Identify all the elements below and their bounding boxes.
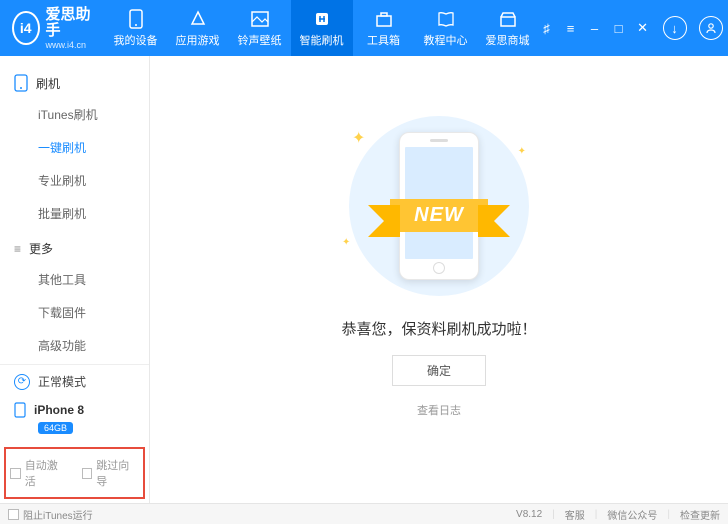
toolbox-icon [374, 9, 394, 29]
refresh-icon: ⟳ [14, 374, 30, 390]
options-row: 自动激活 跳过向导 [4, 447, 145, 499]
sidebar: 刷机 iTunes刷机 一键刷机 专业刷机 批量刷机 ≡ 更多 其他工具 下载固… [0, 56, 150, 503]
tab-label: 应用游戏 [176, 32, 220, 48]
sidebar-item-download-firmware[interactable]: 下载固件 [0, 296, 149, 329]
version-label: V8.12 [516, 509, 542, 520]
auto-activate-checkbox[interactable]: 自动激活 [10, 457, 68, 489]
check-update-link[interactable]: 检查更新 [680, 507, 720, 522]
main-content: ✦ ✦ ✦ NEW 恭喜您，保资料刷机成功啦！ 确定 查看日志 [150, 56, 728, 503]
sidebar-item-advanced[interactable]: 高级功能 [0, 329, 149, 362]
tab-my-device[interactable]: 我的设备 [105, 0, 167, 56]
sidebar-item-batch-flash[interactable]: 批量刷机 [0, 197, 149, 230]
main-tabs: 我的设备 应用游戏 铃声壁纸 智能刷机 工具箱 教程中心 爱思商城 [105, 0, 539, 56]
sidebar-item-pro-flash[interactable]: 专业刷机 [0, 164, 149, 197]
minimize-button[interactable]: – [587, 20, 603, 36]
window-controls: ♯ ≡ – □ ✕ ↓ [539, 16, 728, 40]
success-message: 恭喜您，保资料刷机成功啦！ [341, 318, 536, 339]
tab-store[interactable]: 爱思商城 [477, 0, 539, 56]
tab-label: 教程中心 [424, 32, 468, 48]
tab-label: 工具箱 [367, 32, 400, 48]
mode-label: 正常模式 [38, 373, 86, 390]
wechat-link[interactable]: 微信公众号 [607, 507, 657, 522]
tab-label: 铃声壁纸 [238, 32, 282, 48]
list-icon[interactable]: ≡ [563, 20, 579, 36]
apps-icon [188, 9, 208, 29]
phone-icon [126, 9, 146, 29]
tab-label: 我的设备 [114, 32, 158, 48]
skip-guide-checkbox[interactable]: 跳过向导 [82, 457, 140, 489]
ok-button[interactable]: 确定 [392, 355, 486, 386]
download-button[interactable]: ↓ [663, 16, 687, 40]
block-itunes-checkbox[interactable]: 阻止iTunes运行 [8, 507, 93, 522]
phone-icon [14, 74, 28, 92]
maximize-button[interactable]: □ [611, 20, 627, 36]
hamburger-icon: ≡ [14, 242, 21, 256]
status-bar: 阻止iTunes运行 V8.12| 客服| 微信公众号| 检查更新 [0, 503, 728, 524]
checkbox-label: 自动激活 [25, 457, 68, 489]
sidebar-item-other-tools[interactable]: 其他工具 [0, 263, 149, 296]
storage-badge: 64GB [38, 422, 73, 434]
user-button[interactable] [699, 16, 723, 40]
close-button[interactable]: ✕ [635, 20, 651, 36]
tab-ringtones[interactable]: 铃声壁纸 [229, 0, 291, 56]
phone-icon [14, 402, 26, 418]
support-link[interactable]: 客服 [565, 507, 585, 522]
tab-label: 智能刷机 [300, 32, 344, 48]
title-bar: i4 爱思助手 www.i4.cn 我的设备 应用游戏 铃声壁纸 智能刷机 工具… [0, 0, 728, 56]
app-name: 爱思助手 [46, 7, 93, 40]
flash-icon [312, 9, 332, 29]
sidebar-group-more[interactable]: ≡ 更多 [0, 230, 149, 263]
image-icon [250, 9, 270, 29]
store-icon [498, 9, 518, 29]
tab-apps[interactable]: 应用游戏 [167, 0, 229, 56]
book-icon [436, 9, 456, 29]
star-icon: ✦ [518, 146, 526, 157]
checkbox-label: 跳过向导 [96, 457, 139, 489]
app-logo: i4 爱思助手 www.i4.cn [0, 7, 105, 50]
device-mode[interactable]: ⟳ 正常模式 [0, 365, 149, 398]
device-info[interactable]: iPhone 8 64GB [0, 398, 149, 446]
star-icon: ✦ [352, 128, 365, 148]
device-name-label: iPhone 8 [34, 403, 84, 417]
view-log-link[interactable]: 查看日志 [417, 402, 461, 418]
tab-tutorials[interactable]: 教程中心 [415, 0, 477, 56]
sidebar-item-itunes-flash[interactable]: iTunes刷机 [0, 98, 149, 131]
menu-icon[interactable]: ♯ [539, 20, 555, 36]
tab-flash[interactable]: 智能刷机 [291, 0, 353, 56]
checkbox-label: 阻止iTunes运行 [23, 507, 93, 522]
group-title: 刷机 [36, 75, 60, 92]
app-url: www.i4.cn [46, 40, 93, 50]
new-ribbon: NEW [306, 194, 572, 236]
logo-icon: i4 [12, 11, 40, 45]
star-icon: ✦ [342, 237, 350, 248]
group-title: 更多 [29, 240, 53, 257]
tab-tools[interactable]: 工具箱 [353, 0, 415, 56]
sidebar-group-flash[interactable]: 刷机 [0, 64, 149, 98]
sidebar-item-oneclick-flash[interactable]: 一键刷机 [0, 131, 149, 164]
success-illustration: ✦ ✦ ✦ NEW [334, 116, 544, 296]
tab-label: 爱思商城 [486, 32, 530, 48]
